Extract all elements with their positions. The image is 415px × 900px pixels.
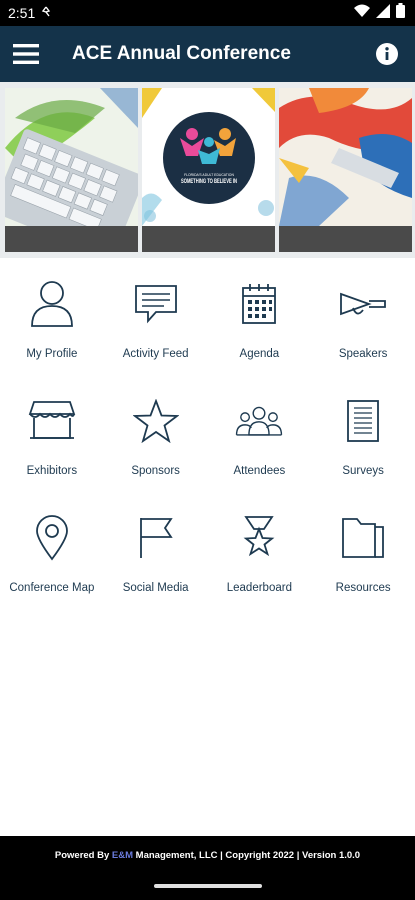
banner-caption [5, 226, 138, 252]
banner-slide-paint[interactable] [279, 88, 412, 226]
star-icon [132, 397, 180, 445]
menu-label: Sponsors [131, 465, 180, 477]
calendar-icon [235, 280, 283, 328]
menu-item-leaderboard[interactable]: Leaderboard [208, 496, 312, 613]
megaphone-icon [339, 280, 387, 328]
status-bar: 2:51 [0, 0, 415, 26]
info-icon [376, 43, 398, 65]
menu-item-exhibitors[interactable]: Exhibitors [0, 379, 104, 496]
app-bar: ACE Annual Conference [0, 26, 415, 82]
banner-slide-keyboard[interactable] [5, 88, 138, 226]
storefront-icon [28, 397, 76, 445]
info-button[interactable] [371, 26, 403, 82]
document-icon [339, 397, 387, 445]
signal-icon [376, 3, 390, 23]
menu-label: Speakers [338, 348, 388, 360]
menu-grid: My Profile Activity Feed Agenda Speakers… [0, 262, 415, 613]
footer-prefix: Powered By [54, 850, 112, 861]
menu-item-speakers[interactable]: Speakers [311, 262, 415, 379]
home-indicator[interactable] [154, 884, 262, 888]
menu-button[interactable] [0, 26, 52, 82]
menu-row: Conference Map Social Media Leaderboard [0, 496, 415, 613]
banner-slide-logo[interactable]: FLORIDA'S ADULT EDUCATION SOMETHING TO B… [142, 88, 275, 226]
menu-item-my-profile[interactable]: My Profile [0, 262, 104, 379]
group-icon [235, 397, 283, 445]
footer: Powered By E&M Management, LLC | Copyrig… [0, 836, 415, 900]
logo-caption-small: FLORIDA'S ADULT EDUCATION [184, 173, 234, 177]
folder-icon [339, 514, 387, 562]
menu-label: Resources [335, 582, 391, 594]
menu-label: Agenda [239, 348, 280, 360]
wifi-icon [354, 4, 370, 23]
menu-icon [13, 44, 39, 64]
menu-label: Social Media [122, 582, 189, 594]
menu-label: Exhibitors [26, 465, 78, 477]
menu-item-sponsors[interactable]: Sponsors [104, 379, 208, 496]
menu-row: My Profile Activity Feed Agenda Speakers [0, 262, 415, 379]
app-title: ACE Annual Conference [72, 43, 291, 64]
menu-label: Attendees [233, 465, 286, 477]
menu-label: Activity Feed [122, 348, 189, 360]
menu-item-social-media[interactable]: Social Media [104, 496, 208, 613]
chat-icon [132, 280, 180, 328]
logo-caption-large: SOMETHING TO BELIEVE IN [181, 179, 237, 185]
flag-icon [132, 514, 180, 562]
menu-label: Surveys [342, 465, 384, 477]
footer-suffix: Management, LLC | Copyright 2022 | Versi… [133, 850, 361, 861]
battery-icon [396, 3, 405, 23]
trophy-icon [235, 514, 283, 562]
menu-item-agenda[interactable]: Agenda [208, 262, 312, 379]
menu-label: Leaderboard [226, 582, 292, 594]
status-time: 2:51 [8, 5, 36, 21]
menu-item-attendees[interactable]: Attendees [208, 379, 312, 496]
menu-item-resources[interactable]: Resources [311, 496, 415, 613]
user-icon [28, 280, 76, 328]
map-pin-icon [28, 514, 76, 562]
footer-text: Powered By E&M Management, LLC | Copyrig… [0, 850, 415, 861]
notification-icon [41, 6, 51, 21]
menu-label: Conference Map [9, 582, 95, 594]
banner-carousel[interactable]: FLORIDA'S ADULT EDUCATION SOMETHING TO B… [0, 82, 415, 258]
banner-caption [142, 226, 275, 252]
menu-item-activity-feed[interactable]: Activity Feed [104, 262, 208, 379]
menu-item-conference-map[interactable]: Conference Map [0, 496, 104, 613]
menu-label: My Profile [26, 348, 78, 360]
banner-caption [279, 226, 412, 252]
menu-row: Exhibitors Sponsors Attendees Surveys [0, 379, 415, 496]
footer-brand: E&M [111, 850, 134, 861]
menu-item-surveys[interactable]: Surveys [311, 379, 415, 496]
